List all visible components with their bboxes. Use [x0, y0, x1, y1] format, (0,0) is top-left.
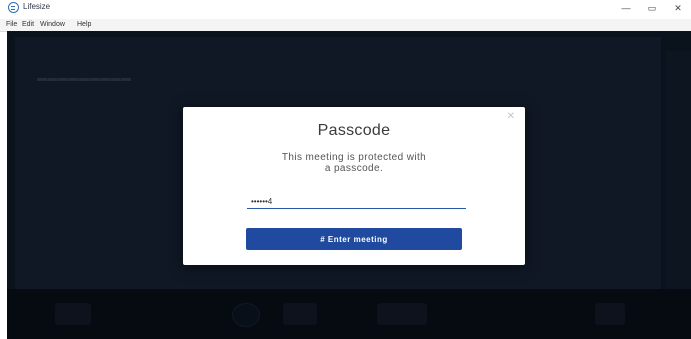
- minimize-button[interactable]: —: [614, 0, 638, 16]
- passcode-input[interactable]: [247, 194, 466, 209]
- menu-help[interactable]: Help: [77, 19, 91, 31]
- dialog-description: This meeting is protected with a passcod…: [281, 152, 427, 174]
- maximize-button[interactable]: ▭: [640, 0, 664, 16]
- dialog-title: Passcode: [317, 122, 391, 139]
- menu-file[interactable]: File: [6, 19, 17, 31]
- window-title: Lifesize: [23, 2, 51, 11]
- close-window-button[interactable]: ✕: [666, 0, 690, 16]
- app-content: ▬▬▬▬▬▬▬▬▬ ✕ Passcode This meeting is pro…: [7, 31, 691, 339]
- menu-window[interactable]: Window: [40, 19, 65, 31]
- menu-edit[interactable]: Edit: [22, 19, 34, 31]
- title-bar: Lifesize — ▭ ✕: [0, 0, 691, 19]
- lifesize-logo-icon: [8, 2, 19, 13]
- passcode-dialog: ✕ Passcode This meeting is protected wit…: [183, 107, 525, 265]
- enter-meeting-button[interactable]: # Enter meeting: [246, 228, 462, 250]
